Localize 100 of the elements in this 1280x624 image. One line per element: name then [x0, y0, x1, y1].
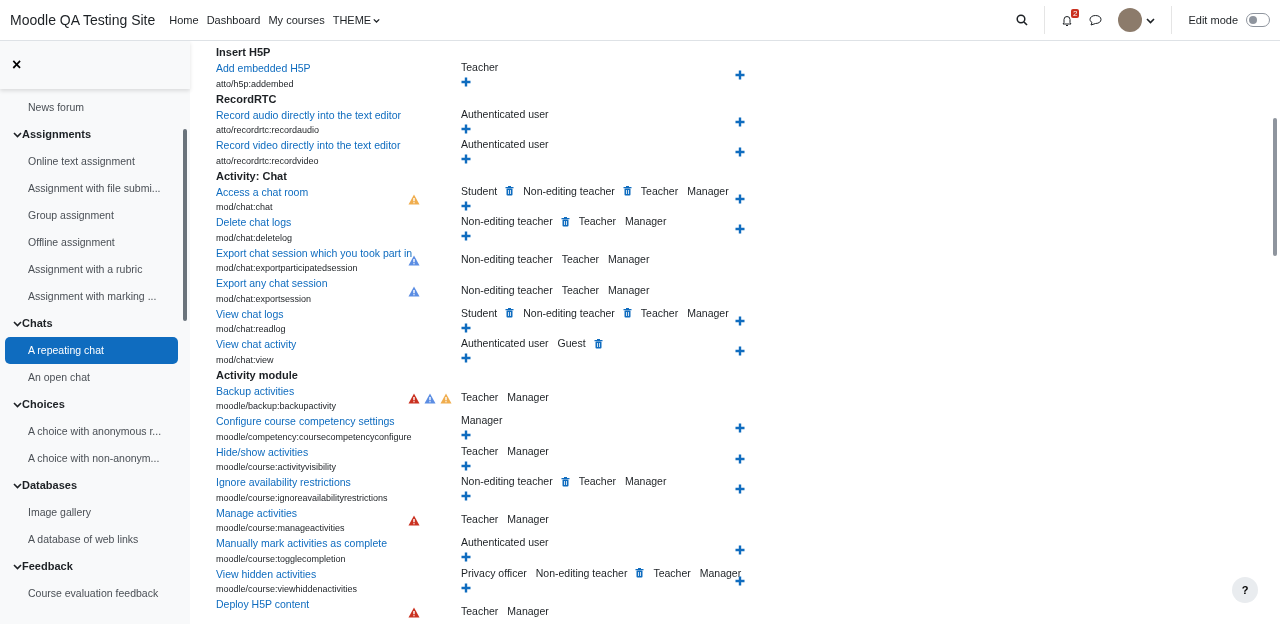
delete-button[interactable]: [635, 568, 645, 578]
capability-link[interactable]: View chat activity: [216, 338, 297, 350]
prohibit-button[interactable]: [735, 545, 745, 556]
prohibit-button[interactable]: [735, 116, 745, 127]
capability-name: moodle/course:manageactivities: [216, 522, 346, 535]
sidebar-item[interactable]: Offline assignment: [5, 229, 178, 256]
sidebar-item[interactable]: Course evaluation feedback: [5, 580, 178, 607]
warning-triangle-icon: [440, 393, 452, 405]
nav-link[interactable]: THEME: [332, 11, 381, 29]
prohibit-button[interactable]: [735, 70, 745, 81]
delete-button[interactable]: [622, 186, 632, 196]
add-role-button[interactable]: [461, 582, 471, 593]
group-heading: Activity module: [216, 367, 299, 383]
capability-link[interactable]: View hidden activities: [216, 567, 317, 580]
add-role-button[interactable]: [461, 322, 471, 333]
sidebar-item[interactable]: A repeating chat: [5, 337, 178, 364]
add-role-button[interactable]: [461, 491, 471, 501]
help-button[interactable]: ?: [1232, 577, 1258, 603]
role-name: Teacher: [461, 60, 499, 75]
group-heading: RecordRTC: [216, 91, 278, 107]
sidebar-item[interactable]: Assignment with marking ...: [5, 283, 178, 310]
prohibit-button[interactable]: [735, 423, 745, 434]
sidebar-item[interactable]: Image gallery: [5, 499, 178, 526]
role-name: Non-editing teacher: [535, 565, 628, 581]
add-role-button[interactable]: [461, 200, 471, 211]
delete-button[interactable]: [593, 338, 603, 349]
chevron-icon[interactable]: [13, 319, 22, 328]
nav-link[interactable]: Dashboard: [206, 11, 261, 29]
sidebar-item[interactable]: Online text assignment: [5, 148, 178, 175]
delete-button[interactable]: [560, 476, 570, 487]
role-name: Manager: [608, 282, 650, 298]
add-role-button[interactable]: [461, 231, 471, 241]
site-name[interactable]: Moodle QA Testing Site: [10, 9, 156, 31]
role-name: Teacher: [461, 443, 499, 459]
search-icon[interactable]: [1016, 14, 1029, 26]
capability-link[interactable]: Configure course competency settings: [216, 415, 395, 427]
capability-link[interactable]: Manage activities: [216, 506, 298, 519]
chevron-icon[interactable]: [13, 562, 22, 571]
close-button[interactable]: ×: [12, 57, 22, 73]
prohibit-button[interactable]: [735, 315, 745, 326]
capability-link[interactable]: Record video directly into the text editor: [216, 139, 401, 151]
add-role-button[interactable]: [461, 552, 471, 562]
section-title[interactable]: Choices: [22, 396, 65, 413]
section-title[interactable]: Assignments: [22, 126, 92, 143]
capability-link[interactable]: Manually mark activities as complete: [216, 537, 387, 549]
role-name: Manager: [699, 565, 742, 581]
delete-button[interactable]: [622, 308, 632, 318]
prohibit-button[interactable]: [735, 224, 745, 235]
add-role-button[interactable]: [461, 353, 471, 363]
prohibit-button[interactable]: [735, 346, 745, 357]
sidebar-item[interactable]: Assignment with a rubric: [5, 256, 178, 283]
chat-bubble-icon[interactable]: [1089, 14, 1103, 26]
caret-icon[interactable]: [1146, 15, 1156, 25]
capability-link[interactable]: Access a chat room: [216, 185, 309, 198]
chevron-icon[interactable]: [13, 400, 22, 409]
prohibit-button[interactable]: [735, 484, 745, 495]
prohibit-button[interactable]: [735, 147, 745, 158]
prohibit-button[interactable]: [735, 453, 745, 464]
sidebar-item[interactable]: An open chat: [5, 364, 178, 391]
add-role-button[interactable]: [461, 77, 471, 87]
capability-name: moodle/course:ignoreavailabilityrestrictions: [216, 491, 389, 505]
scrollbar-thumb[interactable]: [1273, 118, 1277, 256]
section-title[interactable]: Databases: [22, 477, 78, 494]
sidebar-item[interactable]: A database of web links: [5, 526, 178, 553]
capability-link[interactable]: Export any chat session: [216, 277, 328, 289]
chevron-icon[interactable]: [13, 481, 22, 490]
capability-link[interactable]: Ignore availability restrictions: [216, 476, 351, 488]
prohibit-button[interactable]: [735, 193, 745, 204]
capability-link[interactable]: Deploy H5P content: [216, 598, 310, 610]
sidebar-item[interactable]: Assignment with file submi...: [5, 175, 178, 202]
capability-link[interactable]: Add embedded H5P: [216, 62, 311, 74]
delete-button[interactable]: [560, 216, 570, 227]
edit-mode-toggle[interactable]: [1246, 13, 1270, 27]
capability-link[interactable]: Backup activities: [216, 384, 295, 397]
role-name: Authenticated user: [461, 535, 549, 550]
add-role-button[interactable]: [461, 123, 471, 134]
sidebar-item[interactable]: Group assignment: [5, 202, 178, 229]
section-title[interactable]: Chats: [22, 315, 53, 332]
chevron-icon[interactable]: [13, 130, 22, 139]
role-name: Non-editing teacher: [461, 252, 553, 268]
delete-button[interactable]: [505, 186, 515, 196]
capability-link[interactable]: Hide/show activities: [216, 445, 309, 458]
add-role-button[interactable]: [461, 430, 471, 440]
capability-link[interactable]: Export chat session which you took part in: [216, 246, 413, 259]
sidebar-item[interactable]: A choice with non-anonym...: [5, 445, 178, 472]
user-avatar[interactable]: [1118, 8, 1143, 32]
capability-name: moodle/course:activityvisibility: [216, 461, 338, 474]
sidebar-item[interactable]: News forum: [5, 94, 178, 121]
scrollbar-thumb[interactable]: [183, 129, 187, 321]
add-role-button[interactable]: [461, 154, 471, 164]
capability-link[interactable]: Record audio directly into the text editor: [216, 108, 402, 121]
section-title[interactable]: Feedback: [22, 558, 73, 575]
capability-link[interactable]: Delete chat logs: [216, 216, 292, 228]
nav-link[interactable]: Home: [169, 11, 199, 29]
bell-icon[interactable]: [1061, 13, 1074, 27]
nav-link[interactable]: My courses: [268, 11, 325, 29]
add-role-button[interactable]: [461, 460, 471, 471]
capability-link[interactable]: View chat logs: [216, 307, 284, 320]
delete-button[interactable]: [505, 308, 515, 318]
sidebar-item[interactable]: A choice with anonymous r...: [5, 418, 178, 445]
